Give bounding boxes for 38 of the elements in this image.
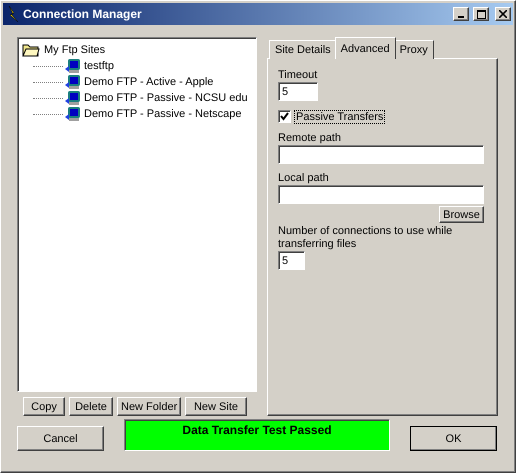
minimize-button[interactable] xyxy=(453,7,469,21)
field-label: Remote path xyxy=(278,132,342,145)
window-title: Connection Manager xyxy=(23,7,143,21)
folder-icon xyxy=(22,43,40,57)
tree-item[interactable]: Demo FTP - Passive - NCSU edu xyxy=(84,92,248,104)
tab[interactable]: Advanced xyxy=(334,37,396,59)
close-button[interactable] xyxy=(495,7,511,21)
maximize-icon xyxy=(476,10,486,18)
field-label: Number of connections to use while transferring files xyxy=(278,225,454,251)
close-icon xyxy=(499,10,507,18)
cancel-button[interactable]: Cancel xyxy=(17,426,104,451)
tree-action-button[interactable]: New Folder xyxy=(117,397,181,416)
tree-action-button[interactable]: New Site xyxy=(185,397,247,416)
tree-item[interactable]: Demo FTP - Active - Apple xyxy=(84,76,214,88)
computer-icon xyxy=(65,90,81,106)
tree-item[interactable]: testftp xyxy=(84,60,114,72)
timeout-field[interactable]: 5 xyxy=(278,82,318,101)
computer-icon xyxy=(65,74,81,90)
connections-field[interactable]: 5 xyxy=(278,251,305,270)
tree-action-button[interactable]: Delete xyxy=(69,397,113,416)
checkbox-label: Passive Transfers xyxy=(295,110,384,122)
browse-button[interactable]: Browse xyxy=(439,206,484,223)
computer-icon xyxy=(65,106,81,122)
computer-icon xyxy=(65,58,81,74)
tab[interactable]: Site Details xyxy=(269,40,337,59)
ok-button[interactable]: OK xyxy=(410,426,497,451)
tree-item[interactable]: My Ftp Sites xyxy=(44,44,106,56)
checkbox[interactable] xyxy=(278,110,291,123)
tree-item[interactable]: Demo FTP - Passive - Netscape xyxy=(84,108,242,120)
field-label: Timeout xyxy=(278,69,318,82)
lightning-icon xyxy=(7,6,19,22)
tab[interactable]: Proxy xyxy=(394,40,434,59)
input-field[interactable] xyxy=(278,185,484,204)
input-field[interactable] xyxy=(278,145,484,164)
field-label: Local path xyxy=(278,172,330,185)
maximize-button[interactable] xyxy=(473,7,489,21)
status-message: Data Transfer Test Passed xyxy=(124,418,390,450)
tree-action-button[interactable]: Copy xyxy=(23,397,65,416)
